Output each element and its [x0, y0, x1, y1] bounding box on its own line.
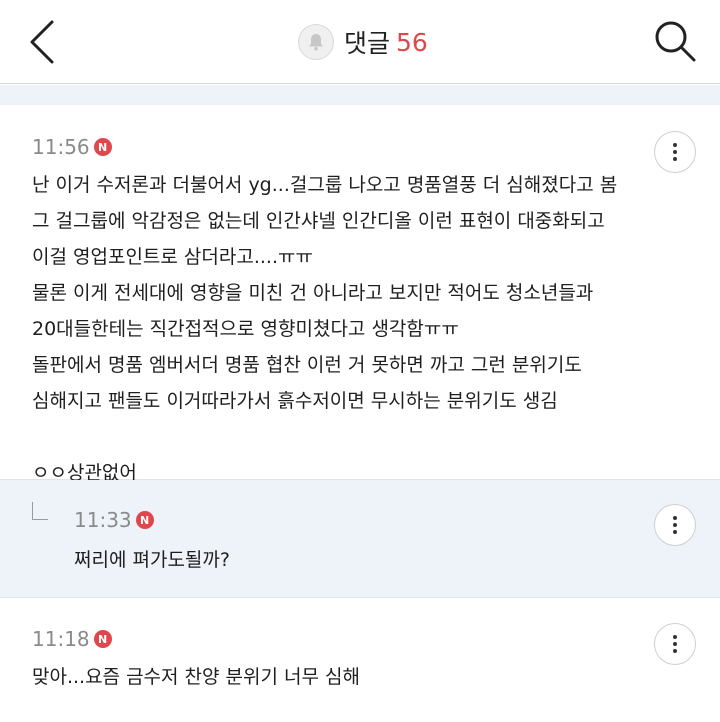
comment-line: 물론 이게 전세대에 영향을 미친 건 아니라고 보지만 적어도 청소년들과 — [32, 282, 594, 304]
more-dots-icon — [673, 516, 677, 520]
page-title: 댓글 — [344, 29, 391, 58]
top-bar: 댓글 56 — [0, 0, 720, 84]
comment-more-button[interactable] — [654, 623, 696, 665]
comment-count: 56 — [396, 27, 428, 57]
comment-time: 11:18 — [32, 627, 90, 651]
comment-meta: 11:56 N — [32, 135, 112, 159]
reply-arrow-icon — [32, 502, 48, 520]
back-button[interactable] — [22, 18, 66, 66]
comment-line: 20대들한테는 직간접적으로 영향미쳤다고 생각함ㅠㅠ — [32, 318, 459, 340]
comment-more-button[interactable] — [654, 131, 696, 173]
comment-line: 난 이거 수저론과 더불어서 yg...걸그룹 나오고 명품열풍 더 심해졌다고… — [32, 174, 618, 196]
comment-time: 11:56 — [32, 135, 90, 159]
section-gap — [0, 85, 720, 105]
chevron-left-icon — [30, 20, 54, 64]
bell-icon — [309, 34, 323, 51]
more-dots-icon — [673, 143, 677, 147]
comment-line: 그 걸그룹에 악감정은 없는데 인간샤넬 인간디올 이런 표현이 대중화되고 — [32, 210, 605, 232]
reply-line: 쩌리에 펴가도될까? — [74, 549, 230, 571]
comment-item: 11:18 N 맞아...요즘 금수저 찬양 분위기 너무 심해 — [0, 599, 720, 722]
comment-line: 심해지고 팬들도 이거따라가서 흙수저이면 무시하는 분위기도 생김 — [32, 390, 558, 412]
more-dots-icon — [673, 635, 677, 639]
comment-body: 난 이거 수저론과 더불어서 yg...걸그룹 나오고 명품열풍 더 심해졌다고… — [32, 167, 617, 491]
reply-meta: 11:33 N — [74, 508, 154, 532]
new-badge: N — [93, 138, 112, 156]
comment-line: 맞아...요즘 금수저 찬양 분위기 너무 심해 — [32, 666, 360, 688]
reply-body: 쩌리에 펴가도될까? — [74, 542, 230, 578]
search-icon — [655, 21, 696, 62]
comment-meta: 11:18 N — [32, 627, 112, 651]
new-badge: N — [93, 630, 112, 648]
comment-line — [32, 419, 617, 455]
reply-item: 11:33 N 쩌리에 펴가도될까? — [0, 480, 720, 598]
reply-time: 11:33 — [74, 508, 132, 532]
page-title-group: 댓글 56 — [298, 22, 428, 62]
comment-line: 돌판에서 명품 엠버서더 명품 협찬 이런 거 못하면 까고 그런 분위기도 — [32, 354, 582, 376]
comment-body: 맞아...요즘 금수저 찬양 분위기 너무 심해 — [32, 659, 360, 695]
reply-more-button[interactable] — [654, 504, 696, 546]
new-badge: N — [135, 511, 154, 529]
notification-button[interactable] — [298, 24, 334, 60]
search-button[interactable] — [650, 16, 700, 66]
comment-line: 이걸 영업포인트로 삼더라고....ㅠㅠ — [32, 246, 313, 268]
comment-item: 11:56 N 난 이거 수저론과 더불어서 yg...걸그룹 나오고 명품열풍… — [0, 105, 720, 484]
